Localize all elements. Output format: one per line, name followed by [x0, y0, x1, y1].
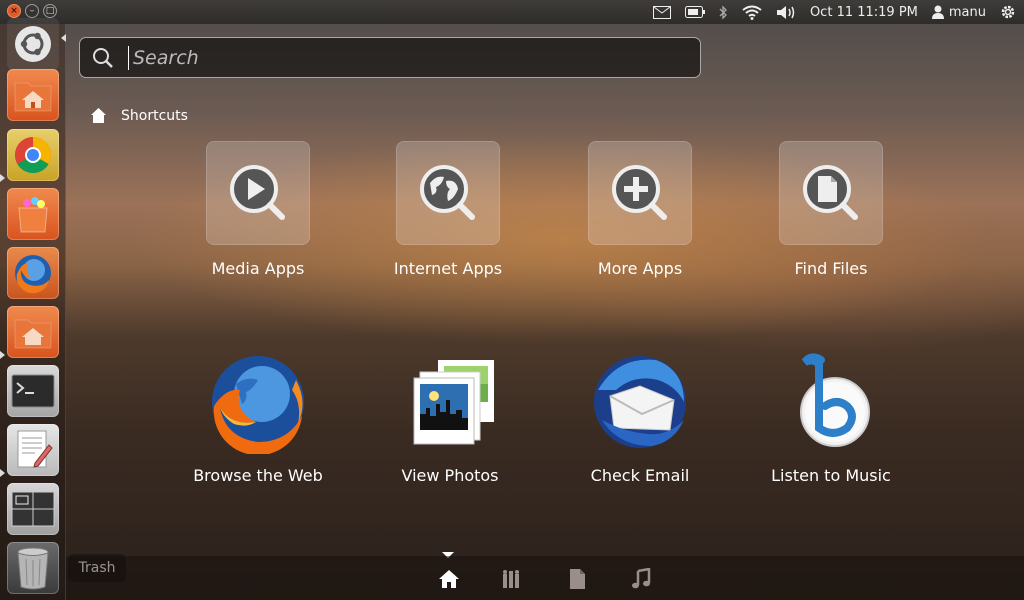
running-indicator	[0, 351, 5, 359]
photos-icon	[413, 360, 494, 445]
app-browse-web[interactable]: Browse the Web	[168, 350, 348, 485]
user-menu[interactable]: manu	[931, 4, 986, 20]
volume-icon[interactable]	[776, 5, 796, 20]
firefox-icon	[212, 356, 304, 454]
workspace-switcher-icon	[11, 491, 55, 527]
search-input[interactable]	[128, 45, 648, 70]
app-label: Check Email	[590, 466, 690, 485]
app-check-email[interactable]: Check Email	[550, 350, 730, 485]
software-center-bag-icon	[18, 197, 48, 233]
chrome-launcher[interactable]	[7, 129, 59, 181]
lens-bar	[66, 556, 1024, 600]
app-label: Listen to Music	[771, 466, 891, 485]
files-launcher[interactable]	[7, 306, 59, 358]
window-controls: × – □	[7, 4, 57, 18]
internet-apps-icon	[420, 165, 475, 220]
shortcut-label: Internet Apps	[393, 259, 503, 278]
more-apps-icon	[612, 165, 667, 220]
terminal-icon	[11, 374, 55, 408]
minimize-button[interactable]: –	[25, 4, 39, 18]
shortcut-more-apps[interactable]: More Apps	[555, 141, 725, 278]
ubuntu-logo-icon	[15, 26, 51, 62]
workspace-switcher-launcher[interactable]	[7, 483, 59, 535]
shortcut-label: Find Files	[794, 259, 868, 278]
app-view-photos[interactable]: View Photos	[360, 350, 540, 485]
chrome-icon	[14, 137, 52, 174]
applications-lens-icon[interactable]	[501, 568, 523, 590]
find-files-icon	[803, 165, 858, 220]
shortcut-find-files[interactable]: Find Files	[746, 141, 916, 278]
app-label: View Photos	[401, 466, 499, 485]
running-indicator	[0, 174, 5, 182]
search-box[interactable]	[79, 37, 701, 78]
internet-apps-tile[interactable]	[396, 141, 500, 245]
top-panel: × – □ Oct 11 11:19 PM manu	[0, 0, 1024, 24]
trash-launcher[interactable]	[7, 542, 59, 594]
firefox-small-icon	[15, 255, 51, 294]
search-icon	[93, 47, 113, 68]
ubuntu-dash-button[interactable]	[7, 18, 59, 70]
find-files-tile[interactable]	[779, 141, 883, 245]
running-indicator	[0, 469, 5, 477]
music-lens-icon[interactable]	[630, 568, 652, 590]
shortcuts-heading: Shortcuts	[90, 107, 188, 124]
media-apps-tile[interactable]	[206, 141, 310, 245]
section-title: Shortcuts	[121, 107, 188, 124]
trash-icon	[17, 547, 49, 590]
user-name: manu	[948, 4, 986, 20]
more-apps-tile[interactable]	[588, 141, 692, 245]
clock[interactable]: Oct 11 11:19 PM	[810, 5, 918, 20]
media-apps-icon	[230, 165, 285, 220]
maximize-button[interactable]: □	[43, 4, 57, 18]
bluetooth-icon[interactable]	[719, 4, 728, 20]
home-folder-launcher[interactable]	[7, 69, 59, 121]
app-listen-music[interactable]: Listen to Music	[741, 350, 921, 485]
shortcut-label: Media Apps	[211, 259, 305, 278]
thunderbird-icon	[594, 356, 686, 448]
shortcut-media-apps[interactable]: Media Apps	[173, 141, 343, 278]
indicator-area: Oct 11 11:19 PM manu	[652, 0, 1016, 24]
app-label: Browse the Web	[193, 466, 323, 485]
shortcut-internet-apps[interactable]: Internet Apps	[363, 141, 533, 278]
launcher	[0, 18, 66, 600]
files-lens-icon[interactable]	[566, 568, 588, 590]
user-icon	[931, 5, 944, 19]
home-lens-icon[interactable]	[438, 568, 460, 590]
mail-icon[interactable]	[652, 5, 671, 19]
software-center-launcher[interactable]	[7, 188, 59, 240]
dash-active-arrow	[61, 34, 66, 42]
terminal-launcher[interactable]	[7, 365, 59, 417]
wifi-icon[interactable]	[742, 5, 762, 20]
home-icon	[91, 108, 106, 123]
home-folder-icon	[14, 82, 52, 112]
close-button[interactable]: ×	[7, 4, 21, 18]
text-editor-icon	[17, 430, 53, 468]
folder-icon	[14, 319, 52, 349]
text-editor-launcher[interactable]	[7, 424, 59, 476]
shortcut-label: More Apps	[597, 259, 683, 278]
banshee-icon	[800, 353, 870, 447]
session-gear-icon[interactable]	[1000, 4, 1016, 20]
firefox-launcher[interactable]	[7, 247, 59, 299]
battery-icon[interactable]	[684, 6, 705, 18]
